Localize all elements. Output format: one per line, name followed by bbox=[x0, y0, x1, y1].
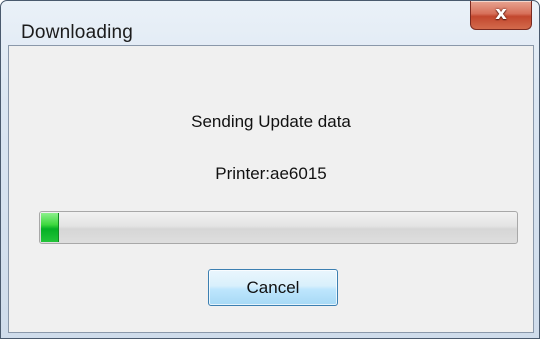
status-message: Sending Update data bbox=[191, 112, 351, 131]
progress-bar bbox=[39, 211, 518, 244]
progress-fill bbox=[41, 213, 59, 242]
printer-label: Printer:ae6015 bbox=[215, 164, 327, 183]
dialog-body: Sending Update data Printer:ae6015 Cance… bbox=[8, 45, 534, 333]
close-icon: x bbox=[495, 3, 507, 24]
window-title: Downloading bbox=[21, 22, 134, 43]
close-button[interactable]: x bbox=[470, 1, 532, 30]
download-dialog-window: Downloading x Sending Update data Printe… bbox=[0, 0, 540, 339]
title-bar[interactable]: Downloading x bbox=[1, 1, 539, 45]
cancel-button[interactable]: Cancel bbox=[208, 269, 338, 306]
